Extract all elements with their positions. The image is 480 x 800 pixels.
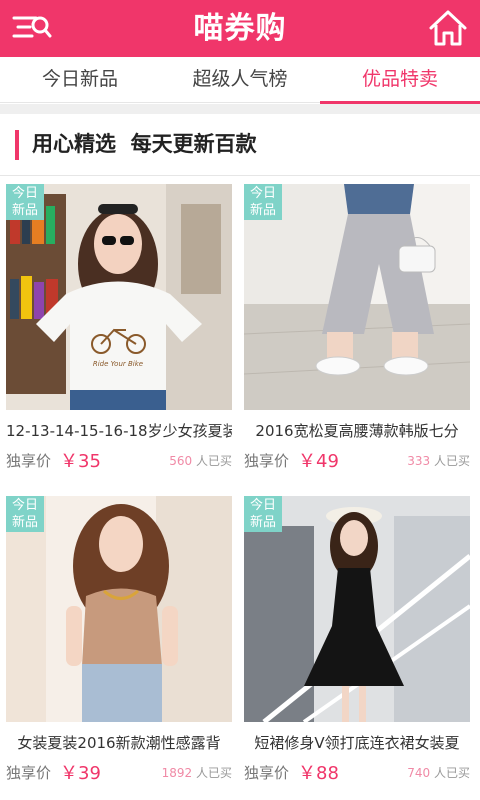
- section-accent-bar: [15, 130, 19, 160]
- new-badge: 今日 新品: [6, 496, 44, 532]
- product-name[interactable]: 女装夏装2016新款潮性感露背: [6, 732, 232, 753]
- product-card-2[interactable]: 今日 新品 2016宽松夏高腰薄款韩版七分 独享价 ￥49 333 人已买: [244, 184, 470, 490]
- product-card-1[interactable]: Ride Your Bike 今日 新品 12-13-14-15-16-18岁少女…: [6, 184, 232, 490]
- new-badge: 今日 新品: [6, 184, 44, 220]
- product-price: ￥88: [298, 763, 339, 784]
- shirt-print-text: Ride Your Bike: [93, 360, 143, 368]
- category-tabs: 今日新品 超级人气榜 优品特卖: [0, 57, 480, 104]
- product-price: ￥35: [60, 451, 101, 472]
- top-bar: 喵券购: [0, 0, 480, 57]
- app-title: 喵券购: [193, 11, 287, 46]
- tab-popular[interactable]: 超级人气榜: [160, 57, 320, 103]
- price-label: 独享价: [244, 764, 290, 782]
- price-label: 独享价: [6, 452, 52, 470]
- home-icon[interactable]: [428, 8, 468, 48]
- tab-special-sale[interactable]: 优品特卖: [320, 57, 480, 104]
- new-badge: 今日 新品: [244, 496, 282, 532]
- section-title: 用心精选 每天更新百款: [32, 132, 257, 156]
- price-label: 独享价: [6, 764, 52, 782]
- sold-count: 740 人已买: [407, 766, 470, 780]
- product-name[interactable]: 2016宽松夏高腰薄款韩版七分: [244, 420, 470, 441]
- divider: [0, 104, 480, 114]
- product-name[interactable]: 12-13-14-15-16-18岁少女孩夏装: [6, 420, 232, 441]
- product-card-3[interactable]: 今日 新品 女装夏装2016新款潮性感露背 独享价 ￥39 1892 人已买: [6, 496, 232, 800]
- product-card-4[interactable]: 今日 新品 短裙修身V领打底连衣裙女装夏 独享价 ￥88 740 人已买: [244, 496, 470, 800]
- price-label: 独享价: [244, 452, 290, 470]
- tab-new-today[interactable]: 今日新品: [0, 57, 160, 103]
- section-header: 用心精选 每天更新百款: [0, 114, 480, 176]
- sold-count: 333 人已买: [407, 454, 470, 468]
- product-name[interactable]: 短裙修身V领打底连衣裙女装夏: [244, 732, 470, 753]
- product-price: ￥49: [298, 451, 339, 472]
- sold-count: 1892 人已买: [161, 766, 232, 780]
- new-badge: 今日 新品: [244, 184, 282, 220]
- sold-count: 560 人已买: [169, 454, 232, 468]
- product-price: ￥39: [60, 763, 101, 784]
